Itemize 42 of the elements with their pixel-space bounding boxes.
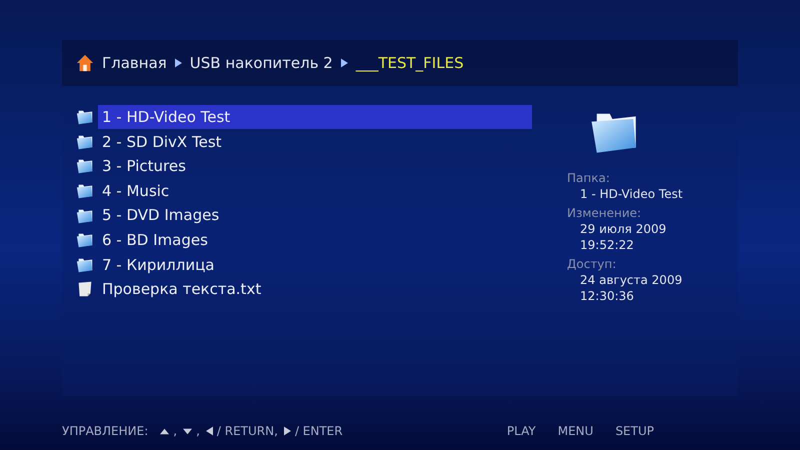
footer-command[interactable]: SETUP	[615, 422, 654, 440]
control-hint: / ENTER	[294, 423, 343, 440]
file-list-item[interactable]: 1 - HD-Video Test	[98, 105, 532, 130]
footer-command[interactable]: PLAY	[506, 422, 536, 440]
info-label: Папка:	[567, 170, 611, 186]
info-label: Доступ:	[567, 256, 618, 272]
file-list-item[interactable]: 7 - Кириллица	[98, 252, 532, 277]
file-list-item[interactable]: 5 - DVD Images	[98, 204, 532, 228]
breadcrumb-item[interactable]: Главная	[102, 52, 167, 74]
right-arrow-icon	[284, 426, 291, 436]
breadcrumb-item[interactable]: USB накопитель 2	[190, 52, 333, 74]
breadcrumb-item: ___TEST_FILES	[356, 52, 464, 74]
down-arrow-icon	[183, 426, 192, 436]
file-list-item[interactable]: 6 - BD Images	[98, 228, 532, 252]
footer-command[interactable]: MENU	[558, 422, 594, 440]
info-label: Изменение:	[567, 205, 642, 221]
up-arrow-icon	[160, 426, 170, 436]
controls-label: УПРАВЛЕНИЕ:	[62, 423, 148, 440]
folder-icon	[76, 157, 94, 176]
control-hint: ,	[173, 423, 178, 440]
file-list-item[interactable]: Проверка текста.txt	[98, 277, 532, 302]
folder-icon	[76, 132, 94, 151]
file-list-item[interactable]: 4 - Music	[98, 179, 532, 204]
folder-icon	[76, 256, 94, 274]
info-value: 12:30:36	[579, 288, 635, 304]
file-list-item[interactable]: 2 - SD DivX Test	[98, 130, 532, 154]
info-value: 19:52:22	[579, 237, 635, 253]
folder-icon	[76, 231, 94, 250]
separator-arrow-icon	[174, 58, 182, 68]
folder-icon	[76, 182, 94, 200]
control-hint: ,	[196, 423, 200, 440]
separator-arrow-icon	[340, 58, 348, 68]
info-value: 24 августа 2009	[579, 272, 684, 288]
left-arrow-icon	[206, 426, 213, 436]
control-hint: / RETURN,	[216, 423, 278, 440]
home-icon	[76, 54, 94, 72]
file-list-item[interactable]: 3 - Pictures	[98, 154, 532, 178]
info-value: 1 - HD-Video Test	[579, 186, 684, 202]
folder-icon	[76, 206, 94, 225]
info-value: 29 июля 2009	[579, 221, 668, 237]
folder-icon	[76, 108, 94, 126]
document-icon	[76, 280, 94, 298]
